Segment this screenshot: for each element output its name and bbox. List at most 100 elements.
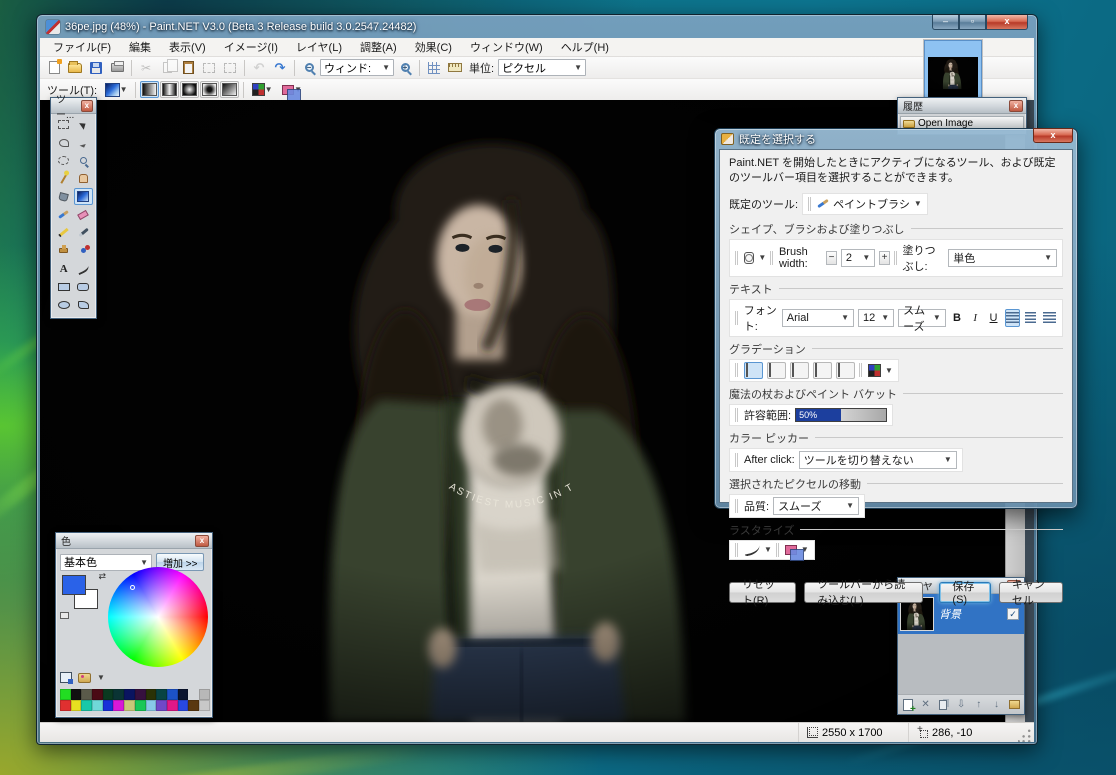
palette-swatch[interactable] [188,689,199,700]
current-tool-dropdown[interactable]: ▼ [101,81,131,99]
menu-item[interactable]: 効果(C) [406,37,461,57]
zoom-out-button[interactable]: − [299,59,319,77]
palette-swatch[interactable] [135,700,146,711]
tool-lasso-select[interactable] [54,134,74,151]
tool-paintbrush[interactable] [54,206,74,223]
zoom-in-button[interactable]: + [395,59,415,77]
close-icon[interactable]: x [195,535,209,547]
tool-recolor[interactable] [74,242,94,259]
gradient-radial-button[interactable] [180,81,199,98]
menu-item[interactable]: ウィンドウ(W) [461,37,552,57]
close-button[interactable]: x [986,15,1028,30]
italic-button[interactable]: I [968,309,982,327]
palette-swatch[interactable] [92,689,103,700]
tool-rounded-rectangle[interactable] [74,278,94,295]
tool-rectangle[interactable] [54,278,74,295]
gradient-conical-button[interactable] [220,81,239,98]
dialog-title-bar[interactable]: 既定を選択する x [719,129,1073,149]
palette-swatch[interactable] [156,689,167,700]
redo-button[interactable]: ↷ [270,59,290,77]
gradient-diamond-button[interactable] [813,362,832,379]
resize-grip[interactable] [1018,728,1032,742]
palette-dropdown[interactable]: 基本色 ▼ [60,554,152,571]
cut-button[interactable]: ✂ [136,59,156,77]
tools-title-bar[interactable]: ツー... x [51,98,96,114]
tool-pencil[interactable] [54,224,74,241]
zoom-mode-dropdown[interactable]: ウィンド: ▼ [320,59,394,76]
tool-eraser[interactable] [74,206,94,223]
history-title-bar[interactable]: 履歴 x [898,98,1026,114]
antialias-curve-icon[interactable] [743,543,761,556]
open-button[interactable] [65,59,85,77]
colors-title-bar[interactable]: 色 x [56,533,212,549]
load-from-toolbar-button[interactable]: ツールバーから読み込む(L) [804,582,923,603]
palette-swatch[interactable] [113,689,124,700]
unit-dropdown[interactable]: ピクセル ▼ [498,59,586,76]
tool-move-selection[interactable] [74,134,94,151]
paste-button[interactable] [178,59,198,77]
palette-swatch[interactable] [113,700,124,711]
move-layer-down-button[interactable]: ↓ [990,698,1004,712]
menu-item[interactable]: 表示(V) [160,37,215,57]
palette-swatch[interactable] [124,700,135,711]
quality-dropdown[interactable]: スムーズ ▼ [773,497,859,515]
palette-swatch[interactable] [71,700,82,711]
layer-properties-button[interactable] [1007,698,1021,712]
delete-layer-button[interactable]: ✕ [919,698,933,712]
reset-button[interactable]: リセット(R) [729,582,796,603]
menu-item[interactable]: レイヤ(L) [287,37,351,57]
tolerance-slider[interactable]: 50% [795,408,887,422]
palette-swatch[interactable] [156,700,167,711]
chevron-down-icon[interactable]: ▼ [914,199,922,208]
menu-item[interactable]: イメージ(I) [215,37,287,57]
palette-swatch[interactable] [81,689,92,700]
palette-swatch[interactable] [60,689,71,700]
tool-magic-wand[interactable] [54,170,74,187]
tool-text[interactable]: A [54,260,74,277]
gradient-diamond-button[interactable] [200,81,219,98]
palette-swatch[interactable] [199,700,210,711]
smoothing-dropdown[interactable]: スムーズ ▼ [898,309,946,327]
gradient-reflected-button[interactable] [767,362,786,379]
chevron-down-icon[interactable]: ▼ [97,673,105,682]
ruler-toggle-button[interactable] [445,59,465,77]
chevron-down-icon[interactable]: ▼ [764,545,772,554]
gradient-channel-dropdown[interactable]: ▼ [248,81,276,99]
menu-item[interactable]: ファイル(F) [44,37,120,57]
align-left-button[interactable] [1005,309,1020,327]
color-wheel[interactable] [108,567,208,667]
tool-color-picker[interactable] [74,224,94,241]
gradient-reflected-button[interactable] [160,81,179,98]
tool-ellipse[interactable] [54,296,74,313]
palette-swatch[interactable] [103,689,114,700]
palette-swatch[interactable] [178,700,189,711]
undo-button[interactable]: ↶ [249,59,269,77]
tool-pan[interactable] [74,170,94,187]
merge-down-button[interactable]: ⇩ [954,698,968,712]
palette-swatch[interactable] [146,700,157,711]
color-channels-icon[interactable] [868,364,881,377]
blend-mode-dropdown[interactable]: ▼ [277,81,307,99]
dialog-close-button[interactable]: x [1033,128,1073,143]
bold-button[interactable]: B [950,309,964,327]
tool-rectangle-select[interactable] [54,116,74,133]
brush-width-dropdown[interactable]: 2 ▼ [841,249,875,267]
chevron-down-icon[interactable]: ▼ [758,253,766,262]
palette-swatch[interactable] [60,700,71,711]
menu-item[interactable]: 編集 [120,37,160,57]
save-button[interactable] [86,59,106,77]
minimize-button[interactable]: – [932,15,959,30]
palette-swatch[interactable] [81,700,92,711]
gradient-conical-button[interactable] [836,362,855,379]
close-icon[interactable]: x [81,100,93,112]
palette-swatch[interactable] [178,689,189,700]
menu-item[interactable]: 調整(A) [351,37,406,57]
palette-swatch[interactable] [146,689,157,700]
menu-item[interactable]: ヘルプ(H) [552,37,618,57]
layer-visibility-checkbox[interactable]: ✓ [1007,608,1019,620]
palette-swatch[interactable] [92,700,103,711]
palette-menu-icon[interactable] [78,673,91,683]
close-icon[interactable]: x [1009,100,1023,112]
tool-freeform[interactable] [74,296,94,313]
blend-overlap-icon[interactable] [785,545,797,555]
